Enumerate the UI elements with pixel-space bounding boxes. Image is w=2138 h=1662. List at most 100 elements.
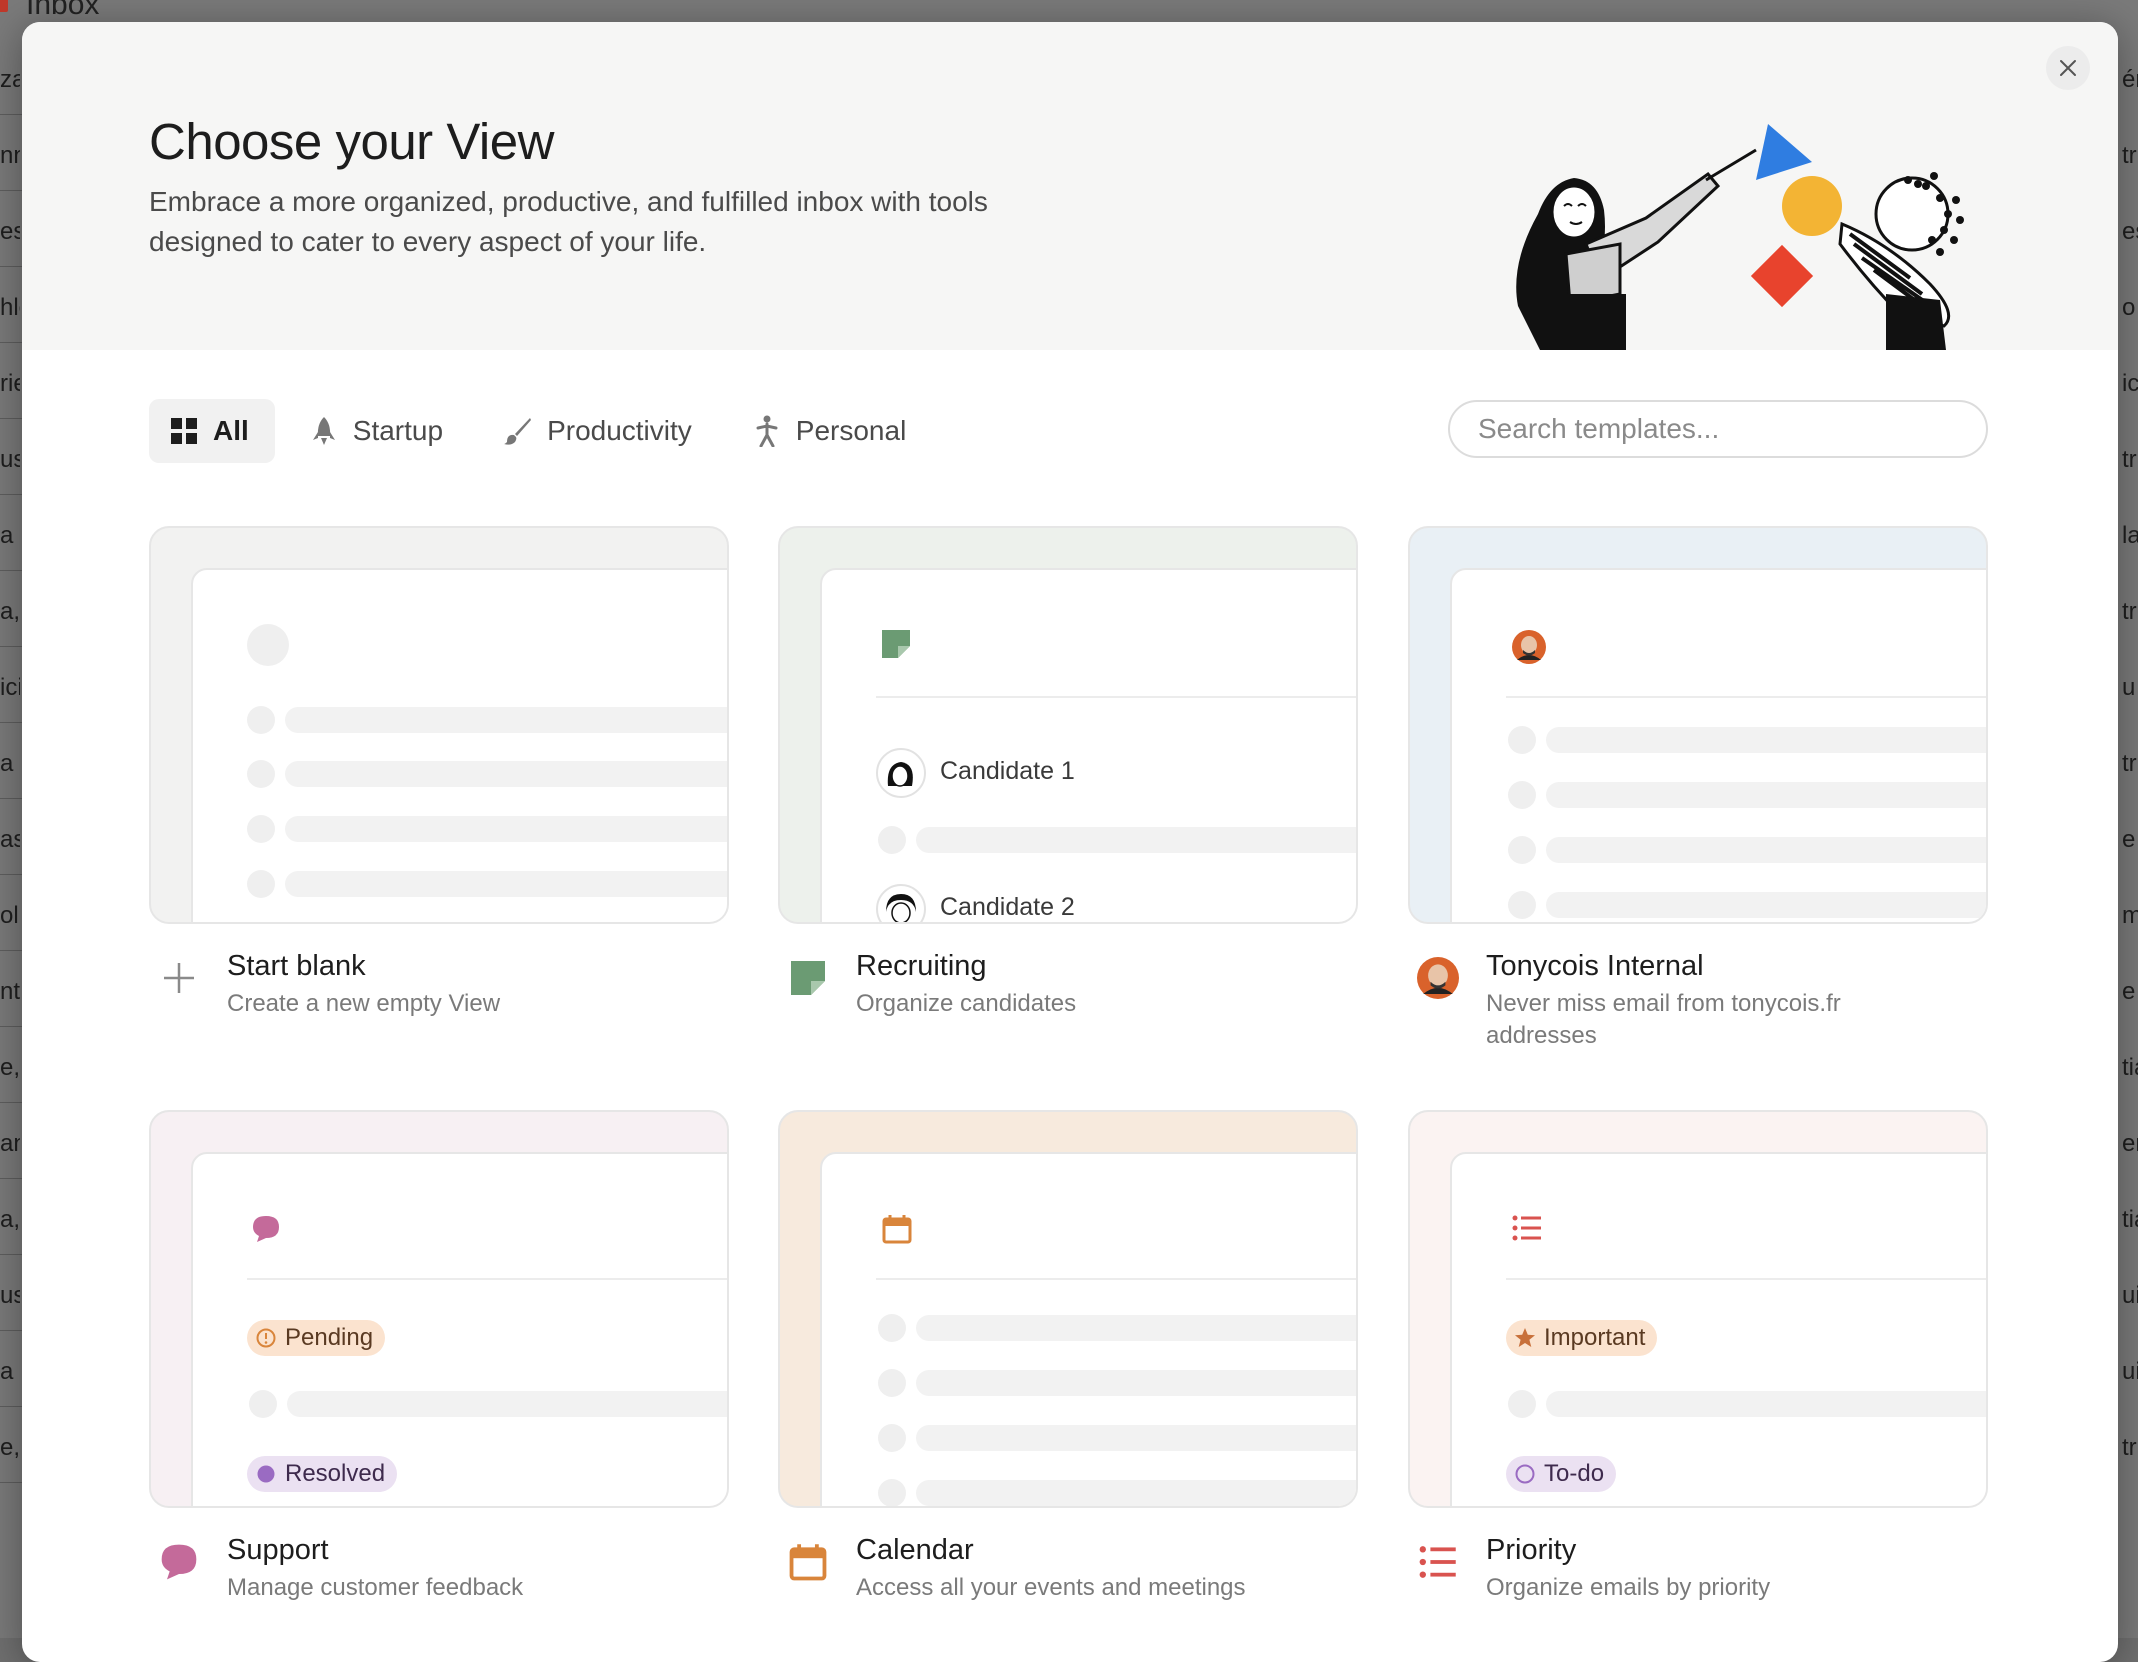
preview-inner: Candidate 1 Candidate 2 (820, 568, 1356, 922)
avatar-icon (1512, 630, 1546, 664)
search-input[interactable] (1448, 400, 1988, 458)
background-text-fragment: ust (0, 1282, 20, 1309)
preview-row-label: Candidate 1 (940, 757, 1075, 785)
background-text-fragment: a b (0, 750, 20, 777)
plus-icon (157, 956, 201, 1000)
template-preview: Candidate 1 Candidate 2 (778, 526, 1358, 924)
template-title: Tonycois Internal (1486, 950, 1704, 982)
template-title: Recruiting (856, 950, 987, 982)
status-badge-resolved: Resolved (247, 1456, 398, 1492)
background-text-fragment: est (0, 218, 20, 245)
background-text-fragment: a, (0, 1206, 20, 1233)
template-title: Calendar (856, 1534, 974, 1566)
badge-label: Resolved (285, 1460, 386, 1487)
calendar-icon (786, 1540, 830, 1584)
template-preview (778, 1110, 1358, 1508)
badge-label: Pending (285, 1324, 374, 1351)
tab-startup[interactable]: Startup (289, 399, 469, 463)
brush-icon (503, 416, 533, 446)
template-preview (1408, 526, 1988, 924)
badge-label: To-do (1544, 1460, 1605, 1487)
template-preview: Pending Resolved (149, 1110, 729, 1508)
template-description: Manage customer feedback (227, 1574, 524, 1601)
background-text-fragment: a, (0, 598, 20, 625)
background-text-fragment: o (2122, 294, 2136, 321)
background-text-fragment: nn (0, 142, 20, 169)
background-text-fragment: u p (2122, 674, 2138, 701)
filled-circle-icon (257, 1465, 275, 1483)
person-icon (752, 415, 782, 447)
preview-inner: Pending Resolved (191, 1152, 727, 1506)
modal-title: Choose your View (149, 113, 554, 170)
preview-row-label: Candidate 2 (940, 893, 1075, 921)
inbox-icon (0, 0, 8, 12)
template-title: Support (227, 1534, 329, 1566)
template-description: Organize emails by priority (1486, 1574, 1771, 1601)
template-description: Create a new empty View (227, 990, 501, 1017)
status-badge-pending: Pending (247, 1320, 386, 1356)
tab-productivity-label: Productivity (547, 415, 692, 446)
tab-productivity[interactable]: Productivity (483, 399, 718, 463)
background-app-title: Inbox (26, 0, 100, 21)
tab-personal[interactable]: Personal (732, 399, 933, 463)
template-preview (149, 526, 729, 924)
preview-inner: Important To-do (1450, 1152, 1986, 1506)
list-icon (1416, 1540, 1460, 1584)
background-text-fragment: tr (2122, 446, 2137, 473)
background-text-fragment: a b (0, 522, 20, 549)
calendar-icon (882, 1215, 912, 1244)
background-text-fragment: est (2122, 218, 2138, 245)
background-text-fragment: oll (0, 902, 20, 929)
choose-view-modal: Choose your View Embrace a more organize… (22, 22, 2118, 1662)
candidate-avatar (876, 748, 926, 798)
status-badge-important: Important (1506, 1320, 1658, 1356)
preview-inner (191, 568, 727, 922)
tab-personal-label: Personal (795, 415, 907, 446)
template-description: Access all your events and meetings (856, 1574, 1246, 1601)
empty-circle-icon (1515, 1464, 1535, 1484)
background-text-fragment: za (0, 66, 20, 93)
close-button[interactable] (2046, 46, 2090, 90)
people-shapes-illustration (1516, 124, 1964, 350)
candidate-avatar (876, 884, 926, 922)
chat-bubble-icon (157, 1540, 201, 1584)
list-icon (1512, 1215, 1541, 1241)
modal-hero: Choose your View Embrace a more organize… (22, 22, 2118, 350)
preview-inner (1450, 568, 1986, 922)
background-text-fragment: e, (0, 1054, 20, 1081)
template-description: Organize candidates (856, 990, 1077, 1017)
template-title: Priority (1486, 1534, 1577, 1566)
background-text-fragment: er (2122, 1130, 2138, 1157)
background-text-fragment: tr (2122, 1434, 2137, 1461)
alert-circle-icon (256, 1328, 276, 1348)
background-text-fragment: ust (0, 446, 20, 473)
background-text-fragment: ici (0, 674, 20, 701)
background-text-fragment: tr (2122, 598, 2137, 625)
avatar-icon (1416, 956, 1460, 1000)
background-text-fragment: m (2122, 902, 2138, 929)
background-text-fragment: ic (2122, 370, 2138, 397)
status-badge-todo: To-do (1506, 1456, 1617, 1492)
background-text-fragment: rie (0, 370, 20, 397)
preview-inner (820, 1152, 1356, 1506)
close-icon (2060, 60, 2076, 76)
background-text-fragment: tr (2122, 142, 2137, 169)
rocket-icon (309, 416, 339, 446)
background-text-fragment: a b (0, 1358, 20, 1385)
background-text-fragment: tia (2122, 1206, 2138, 1233)
background-text-fragment: e, (0, 1434, 20, 1461)
background-text-fragment: ui (2122, 1358, 2138, 1385)
grid-icon (169, 416, 199, 446)
badge-label: Important (1544, 1324, 1646, 1351)
background-text-fragment: e (2122, 978, 2136, 1005)
background-text-fragment: la (2122, 522, 2138, 549)
filter-tabs: All Startup Productivity Personal (149, 399, 932, 463)
sticky-note-icon (786, 956, 830, 1000)
background-text-fragment: as (0, 826, 20, 853)
tab-startup-label: Startup (352, 415, 444, 446)
template-title: Start blank (227, 950, 366, 982)
tab-all-label: All (213, 415, 249, 446)
template-preview: Important To-do (1408, 1110, 1988, 1508)
tab-all[interactable]: All (149, 399, 275, 463)
background-text-fragment: an (0, 1130, 20, 1157)
